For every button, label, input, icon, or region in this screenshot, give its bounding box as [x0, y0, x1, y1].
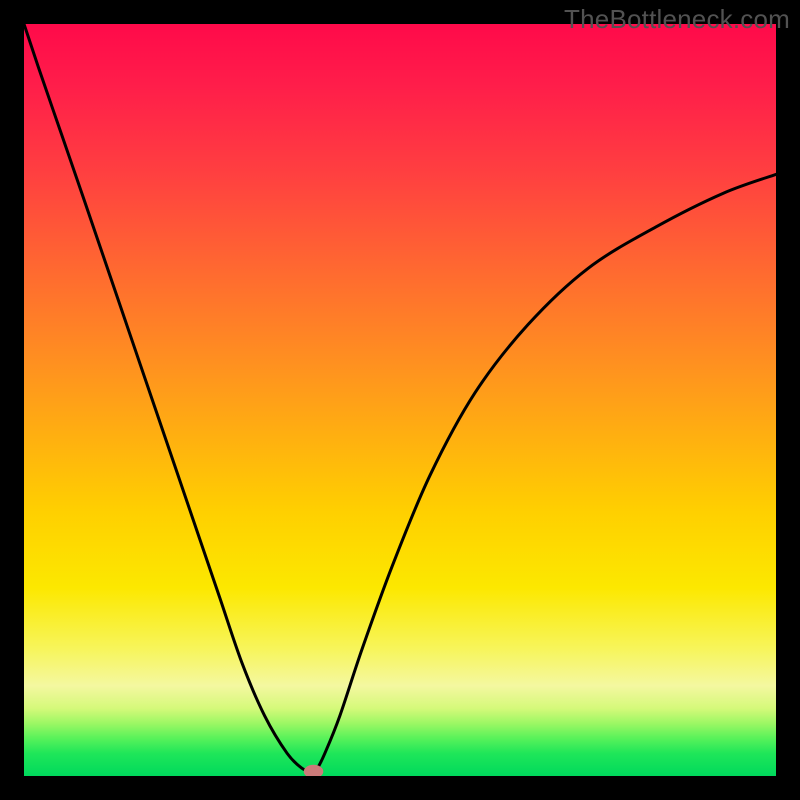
- chart-frame: TheBottleneck.com: [0, 0, 800, 800]
- watermark-label: TheBottleneck.com: [564, 4, 790, 35]
- plot-area: [24, 24, 776, 776]
- curve-svg: [24, 24, 776, 776]
- plot-outer: [24, 24, 776, 776]
- bottleneck-curve: [24, 24, 776, 772]
- optimum-marker: [304, 765, 324, 776]
